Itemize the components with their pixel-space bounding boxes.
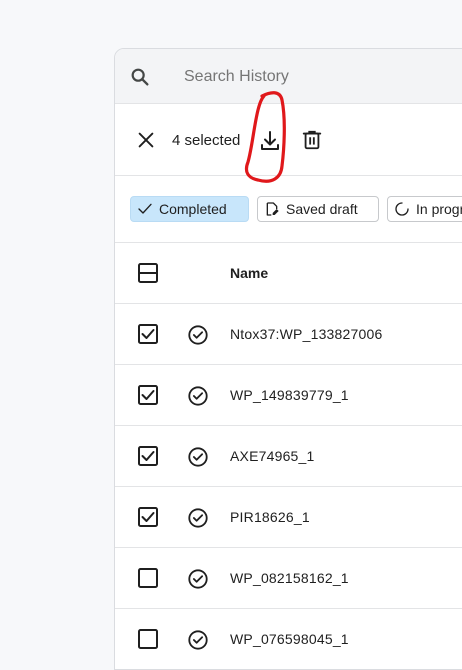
search-icon: [131, 68, 149, 86]
row-name[interactable]: PIR18626_1: [230, 509, 310, 525]
table-row[interactable]: PIR18626_1: [115, 487, 462, 548]
table-row[interactable]: WP_076598045_1: [115, 609, 462, 669]
draft-icon: [266, 202, 279, 216]
status-filter-bar: Completed Saved draft In progress: [115, 175, 462, 243]
filter-chip-saved-draft[interactable]: Saved draft: [257, 196, 379, 222]
row-name[interactable]: AXE74965_1: [230, 448, 315, 464]
filter-chip-label: In progress: [416, 201, 462, 217]
search-input[interactable]: [182, 63, 446, 91]
close-icon[interactable]: [135, 129, 157, 151]
table-row[interactable]: AXE74965_1: [115, 426, 462, 487]
checkbox-checked[interactable]: [138, 385, 158, 405]
table-row[interactable]: Ntox37:WP_133827006: [115, 304, 462, 365]
row-name[interactable]: WP_082158162_1: [230, 570, 349, 586]
check-icon: [138, 203, 152, 214]
check-circle-icon: [188, 325, 208, 345]
download-icon[interactable]: [258, 129, 282, 153]
table-header: Name: [115, 243, 462, 304]
filter-chip-label: Saved draft: [286, 201, 358, 217]
history-panel: 4 selected Completed Saved: [114, 48, 462, 670]
loading-icon: [395, 202, 409, 216]
trash-icon[interactable]: [301, 129, 323, 151]
check-circle-icon: [188, 508, 208, 528]
checkbox-checked[interactable]: [138, 446, 158, 466]
select-all-checkbox[interactable]: [138, 263, 158, 283]
checkbox-unchecked[interactable]: [138, 568, 158, 588]
checkbox-checked[interactable]: [138, 507, 158, 527]
table-row[interactable]: WP_082158162_1: [115, 548, 462, 609]
checkbox-unchecked[interactable]: [138, 629, 158, 649]
row-name[interactable]: WP_149839779_1: [230, 387, 349, 403]
checkbox-checked[interactable]: [138, 324, 158, 344]
row-name[interactable]: Ntox37:WP_133827006: [230, 326, 382, 342]
selection-toolbar: 4 selected: [115, 105, 462, 175]
filter-chip-label: Completed: [159, 201, 227, 217]
filter-chip-in-progress[interactable]: In progress: [387, 196, 462, 222]
search-bar: [115, 49, 462, 104]
table-row[interactable]: WP_149839779_1: [115, 365, 462, 426]
check-circle-icon: [188, 630, 208, 650]
filter-chip-completed[interactable]: Completed: [130, 196, 249, 222]
check-circle-icon: [188, 569, 208, 589]
check-circle-icon: [188, 386, 208, 406]
row-name[interactable]: WP_076598045_1: [230, 631, 349, 647]
column-header-name[interactable]: Name: [230, 265, 268, 281]
check-circle-icon: [188, 447, 208, 467]
selected-count: 4 selected: [172, 132, 241, 149]
